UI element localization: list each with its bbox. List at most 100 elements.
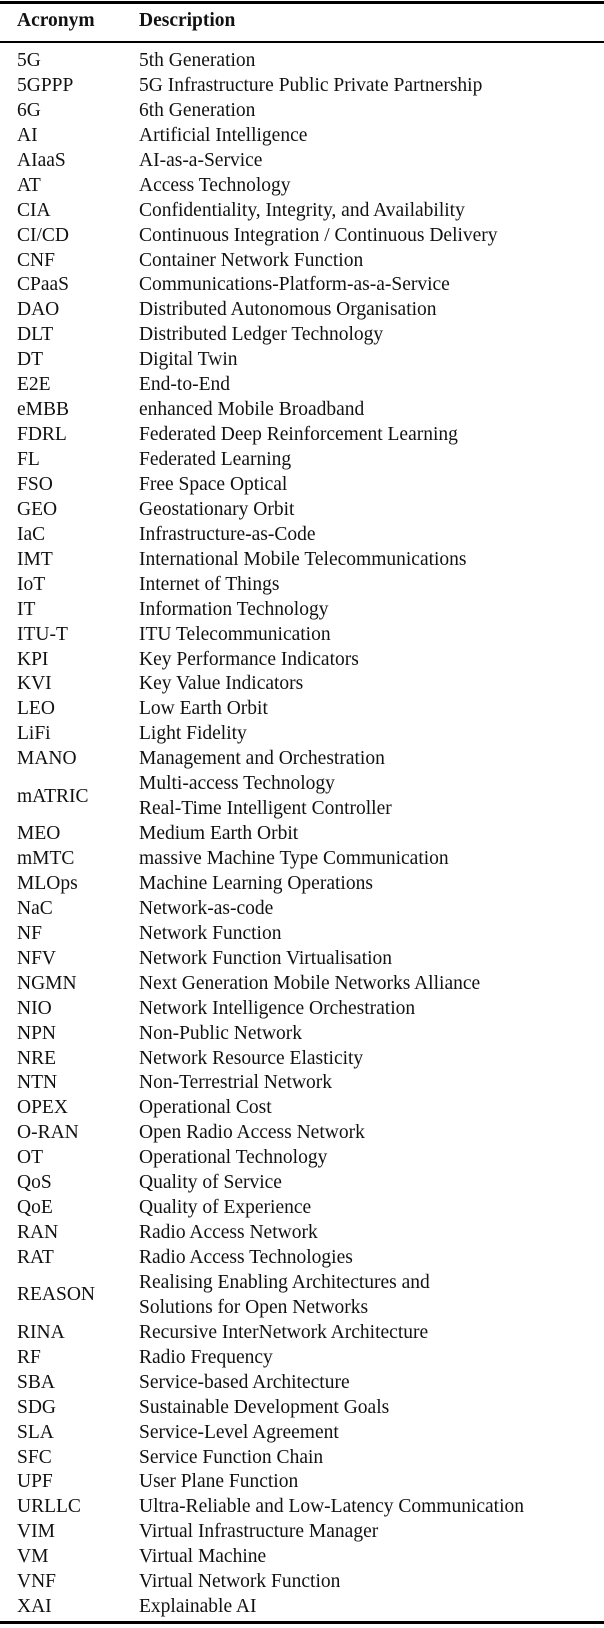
table-row: IMT International Mobile Telecommunicatio… [0, 548, 604, 573]
description-line: Virtual Machine [139, 1546, 267, 1568]
description-cell: Network Intelligence Orchestration [139, 997, 415, 1022]
table-row: AI Artificial Intelligence [0, 124, 604, 149]
table-row: eMBB enhanced Mobile Broadband [0, 398, 604, 423]
table-row: RAN Radio Access Network [0, 1221, 604, 1246]
description-line: massive Machine Type Communication [139, 848, 449, 870]
table-row: AIaaS AI-as-a-Service [0, 149, 604, 174]
description-cell: Explainable AI [139, 1595, 257, 1620]
description-line: Internet of Things [139, 573, 280, 595]
description-cell: Open Radio Access Network [139, 1121, 365, 1146]
description-cell: Access Technology [139, 174, 291, 199]
table-row: CPaaS Communications-Platform-as-a-Servic… [0, 273, 604, 298]
description-cell: Free Space Optical [139, 473, 287, 498]
table-row: CNF Container Network Function [0, 249, 604, 274]
table-row: 6G 6th Generation [0, 99, 604, 124]
description-cell: 5th Generation [139, 49, 255, 74]
acronym-cell: REASON [17, 1284, 96, 1306]
description-cell: Key Performance Indicators [139, 648, 359, 673]
description-cell: Radio Access Technologies [139, 1246, 353, 1271]
acronym-cell: NGMN [17, 972, 77, 994]
table-row: QoS Quality of Service [0, 1171, 604, 1196]
table-row: FDRL Federated Deep Reinforcement Learnin… [0, 423, 604, 448]
table-row: OPEX Operational Cost [0, 1096, 604, 1121]
description-line: Key Performance Indicators [139, 648, 359, 670]
acronym-cell: ITU-T [17, 623, 68, 645]
acronym-cell: NF [17, 922, 42, 944]
description-cell: Information Technology [139, 598, 328, 623]
top-rule [0, 1, 604, 4]
acronym-cell: O-RAN [17, 1122, 79, 1144]
description-cell: Network Resource Elasticity [139, 1047, 363, 1072]
description-cell: Radio Frequency [139, 1346, 273, 1371]
description-line: Geostationary Orbit [139, 498, 295, 520]
table-row: REASON Realising Enabling Architectures a… [0, 1271, 604, 1321]
description-cell: Internet of Things [139, 573, 279, 598]
description-cell: Quality of Experience [139, 1196, 311, 1221]
description-line: Low Earth Orbit [139, 698, 268, 720]
acronym-cell: MLOps [17, 872, 78, 894]
description-line: Artificial Intelligence [139, 124, 308, 146]
description-cell: Low Earth Orbit [139, 697, 268, 722]
table-row: NIO Network Intelligence Orchestration [0, 997, 604, 1022]
acronym-cell: RINA [17, 1321, 65, 1343]
description-cell: Realising Enabling Architectures and Solu… [139, 1271, 430, 1321]
table-row: QoE Quality of Experience [0, 1196, 604, 1221]
acronym-cell: NTN [17, 1072, 58, 1094]
description-cell: Confidentiality, Integrity, and Availabi… [139, 199, 465, 224]
description-cell: Virtual Network Function [139, 1570, 340, 1595]
description-line: Infrastructure-as-Code [139, 523, 316, 545]
acronym-cell: DT [17, 349, 43, 371]
description-cell: Virtual Infrastructure Manager [139, 1520, 378, 1545]
description-line: Next Generation Mobile Networks Alliance [139, 972, 481, 994]
acronym-cell: SBA [17, 1371, 55, 1393]
acronym-cell: KVI [17, 673, 52, 695]
acronym-cell: 5GPPP [17, 74, 74, 96]
acronym-cell: IT [17, 598, 36, 620]
table-row: LiFi Light Fidelity [0, 722, 604, 747]
table-row: SDG Sustainable Development Goals [0, 1396, 604, 1421]
table-row: O-RAN Open Radio Access Network [0, 1121, 604, 1146]
description-line: User Plane Function [139, 1471, 299, 1493]
table-row: KVI Key Value Indicators [0, 672, 604, 697]
description-cell: Service-Level Agreement [139, 1421, 339, 1446]
description-line: Open Radio Access Network [139, 1122, 365, 1144]
table-row: XAI Explainable AI [0, 1595, 604, 1620]
acronym-cell: 6G [17, 99, 41, 121]
description-line: International Mobile Telecommunications [139, 548, 467, 570]
description-line: AI-as-a-Service [139, 149, 263, 171]
table-row: RAT Radio Access Technologies [0, 1246, 604, 1271]
table-row: VIM Virtual Infrastructure Manager [0, 1520, 604, 1545]
acronym-cell: FSO [17, 473, 53, 495]
table-row: ITU-T ITU Telecommunication [0, 623, 604, 648]
table-row: IaC Infrastructure-as-Code [0, 523, 604, 548]
acronym-cell: IoT [17, 573, 46, 595]
description-cell: Key Value Indicators [139, 672, 303, 697]
acronym-cell: CIA [17, 199, 51, 221]
table-header: Acronym Description [0, 9, 604, 37]
acronym-cell: NRE [17, 1047, 56, 1069]
description-cell: Service-based Architecture [139, 1371, 350, 1396]
description-line: Radio Frequency [139, 1346, 273, 1368]
description-cell: Continuous Integration / Continuous Deli… [139, 224, 498, 249]
acronym-cell: VM [17, 1546, 49, 1568]
description-line: Network-as-code [139, 897, 274, 919]
description-line: Management and Orchestration [139, 748, 385, 770]
acronym-cell: mMTC [17, 848, 75, 870]
acronym-cell: SFC [17, 1446, 52, 1468]
description-line: Service Function Chain [139, 1446, 324, 1468]
description-line: Non-Terrestrial Network [139, 1072, 333, 1094]
description-cell: ITU Telecommunication [139, 623, 331, 648]
acronym-cell: RAN [17, 1222, 59, 1244]
description-line: Real-Time Intelligent Controller [139, 798, 392, 820]
description-line: Continuous Integration / Continuous Deli… [139, 224, 498, 246]
description-line: Distributed Autonomous Organisation [139, 299, 437, 321]
description-line: End-to-End [139, 374, 230, 396]
description-line: Communications-Platform-as-a-Service [139, 274, 450, 296]
description-line: Container Network Function [139, 249, 364, 271]
description-line: Non-Public Network [139, 1022, 303, 1044]
description-cell: Operational Technology [139, 1146, 327, 1171]
header-acronym: Acronym [17, 10, 95, 31]
description-cell: Infrastructure-as-Code [139, 523, 316, 548]
description-cell: Sustainable Development Goals [139, 1396, 389, 1421]
table-row: IT Information Technology [0, 598, 604, 623]
